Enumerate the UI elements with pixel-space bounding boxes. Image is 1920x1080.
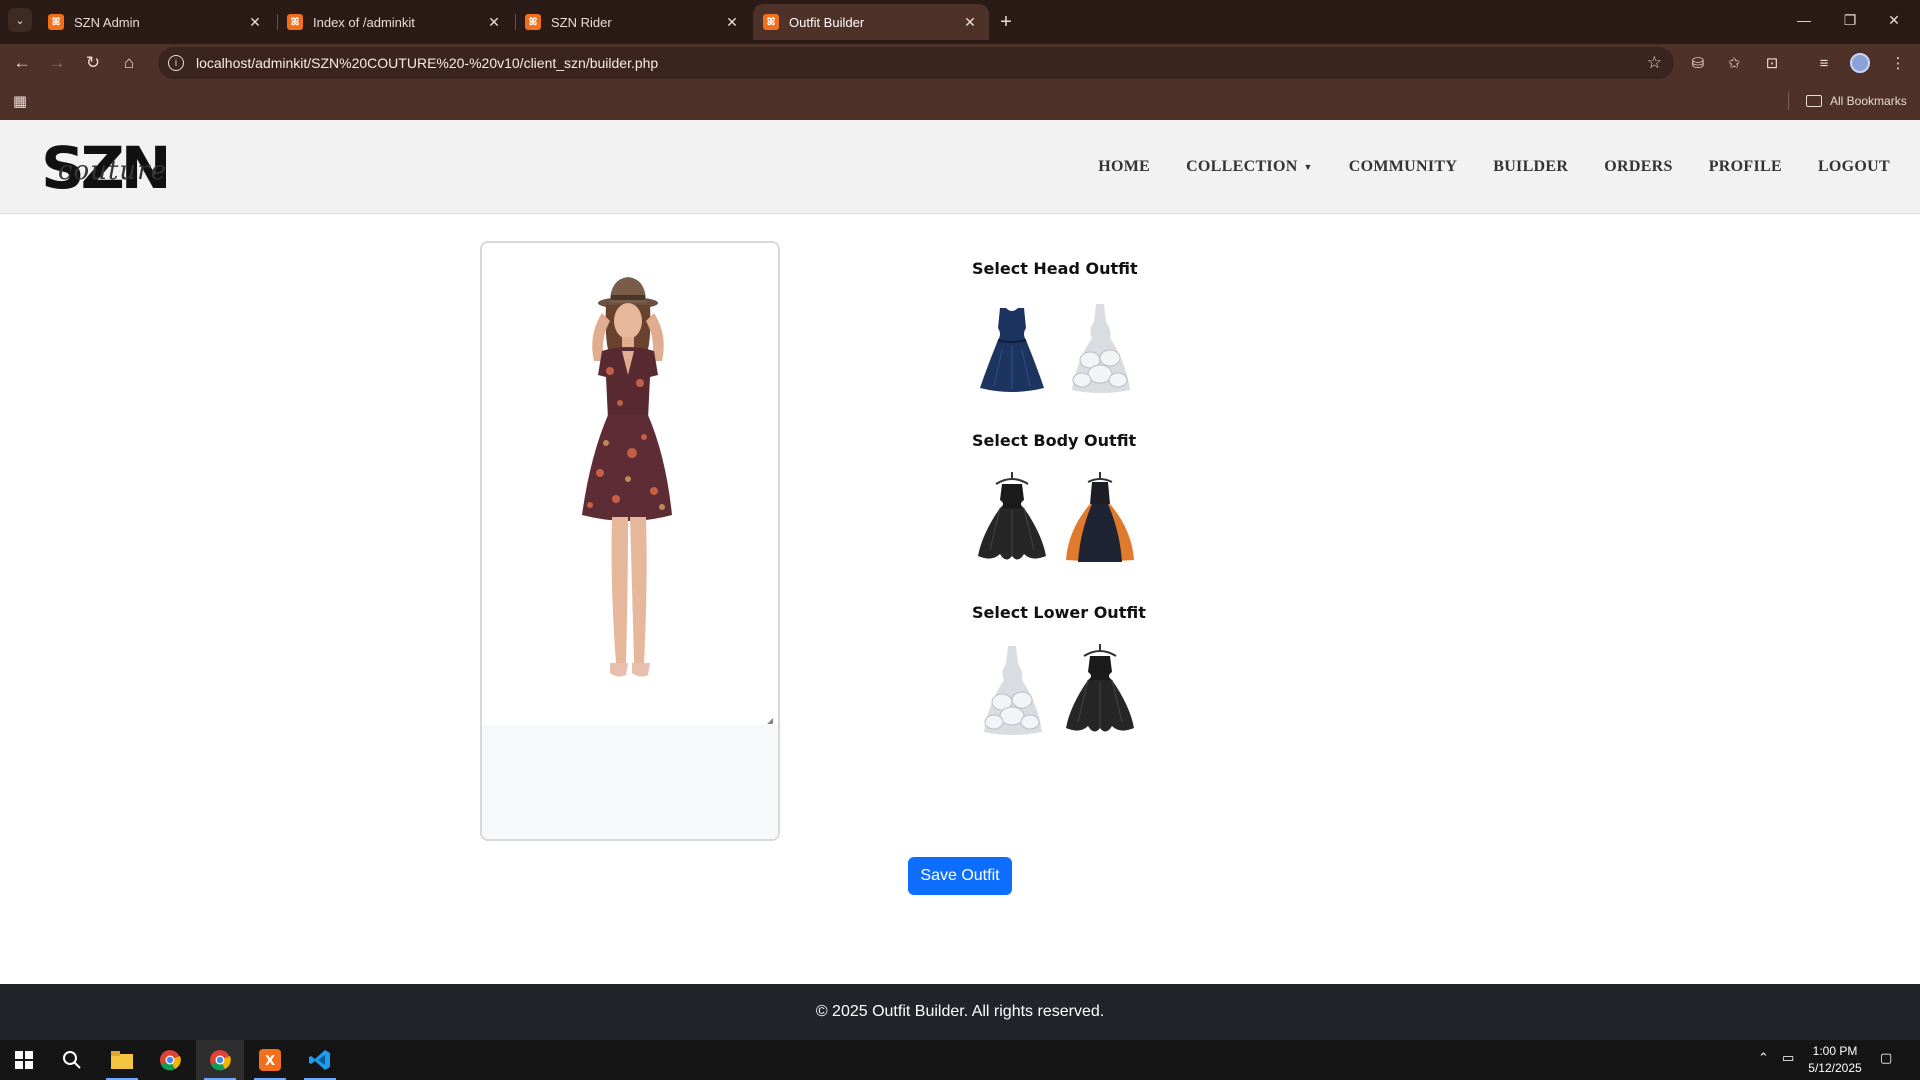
head-option-white-ruffle-gown[interactable] [1060,300,1140,396]
body-option-orange-black-gown[interactable] [1060,470,1140,566]
browser-tab-bar: ⌄ ꕤ SZN Admin ✕ ꕤ Index of /adminkit ✕ ꕤ… [0,0,1920,44]
media-control-icon[interactable]: ≡ [1810,49,1838,77]
screenshot-icon[interactable]: ⊡ [1758,49,1786,77]
tab-index-adminkit[interactable]: ꕤ Index of /adminkit ✕ [277,4,513,40]
model-preview-canvas [482,243,778,725]
black-tulle-dress-image [978,472,1046,560]
vscode-icon[interactable] [296,1040,344,1080]
orange-black-gown-image [1066,472,1134,562]
xampp-favicon-icon: ꕤ [287,14,303,30]
back-arrow-icon[interactable]: ← [8,49,36,77]
head-option-navy-dress[interactable] [972,300,1052,396]
folder-icon [1806,95,1822,107]
szn-couture-logo[interactable]: SZN couture [41,134,176,202]
tab-outfit-builder[interactable]: ꕤ Outfit Builder ✕ [753,4,989,40]
black-tulle-dress-image [1066,644,1134,732]
nav-orders[interactable]: ORDERS [1604,158,1672,176]
preview-empty-area [482,725,778,839]
profile-avatar[interactable] [1850,53,1870,73]
body-outfit-heading: Select Body Outfit [972,431,1137,450]
nav-builder[interactable]: BUILDER [1493,158,1568,176]
xampp-favicon-icon: ꕤ [525,14,541,30]
site-footer: © 2025 Outfit Builder. All rights reserv… [0,984,1920,1040]
close-tab-icon[interactable]: ✕ [723,14,741,31]
xampp-icon[interactable]: X [246,1040,294,1080]
all-bookmarks-button[interactable]: All Bookmarks [1806,91,1907,111]
chrome-active-icon[interactable] [196,1040,244,1080]
chrome-icon[interactable] [146,1040,194,1080]
show-hidden-icons-chevron-icon[interactable]: ⌃ [1758,1050,1769,1066]
close-window-icon[interactable]: ✕ [1874,6,1914,34]
navy-dress-image [980,308,1044,392]
address-bar[interactable]: i localhost/adminkit/SZN%20COUTURE%20-%2… [158,47,1674,79]
url-text[interactable]: localhost/adminkit/SZN%20COUTURE%20-%20v… [196,55,1647,71]
model-figure-image [582,277,672,677]
network-icon[interactable]: ▭ [1782,1050,1794,1066]
bookmarks-bar: ▦ All Bookmarks [0,82,1920,120]
lower-option-white-ruffle-gown[interactable] [972,642,1052,738]
search-icon[interactable] [48,1040,96,1080]
favorites-icon[interactable]: ✩ [1720,49,1748,77]
nav-profile[interactable]: PROFILE [1709,158,1782,176]
body-option-black-tulle-dress[interactable] [972,470,1052,566]
nav-logout[interactable]: LOGOUT [1818,158,1890,176]
tab-search-chevron-icon[interactable]: ⌄ [8,8,32,32]
nav-home[interactable]: HOME [1098,158,1150,176]
close-tab-icon[interactable]: ✕ [246,14,264,31]
lower-outfit-heading: Select Lower Outfit [972,603,1146,622]
nav-community[interactable]: COMMUNITY [1349,158,1457,176]
resize-handle-icon[interactable]: ◢ [767,716,773,725]
white-ruffle-gown-image [1072,304,1130,393]
incognito-extension-icon[interactable]: ⛁ [1684,49,1712,77]
outfit-preview-card: ◢ [480,241,780,841]
close-tab-icon[interactable]: ✕ [961,14,979,31]
reload-icon[interactable]: ↻ [79,49,107,77]
site-info-icon[interactable]: i [168,55,184,71]
close-tab-icon[interactable]: ✕ [485,14,503,31]
notifications-icon[interactable]: ▢ [1880,1050,1892,1066]
browser-toolbar: ← → ↻ ⌂ i localhost/adminkit/SZN%20COUTU… [0,44,1920,82]
bookmarks-divider [1788,92,1789,110]
lower-option-black-tulle-dress[interactable] [1060,642,1140,738]
windows-start-icon[interactable] [0,1040,48,1080]
tab-szn-admin[interactable]: ꕤ SZN Admin ✕ [38,4,274,40]
dropdown-caret-icon: ▼ [1303,162,1313,172]
home-icon[interactable]: ⌂ [115,49,143,77]
xampp-favicon-icon: ꕤ [48,14,64,30]
main-nav: HOME COLLECTION ▼ COMMUNITY BUILDER ORDE… [1062,120,1890,214]
head-outfit-heading: Select Head Outfit [972,259,1138,278]
nav-collection[interactable]: COLLECTION ▼ [1186,158,1313,176]
site-header: SZN couture HOME COLLECTION ▼ COMMUNITY … [0,120,1920,214]
new-tab-plus-icon[interactable]: + [992,8,1020,36]
bookmark-star-icon[interactable]: ☆ [1647,53,1662,73]
restore-icon[interactable]: ❐ [1830,6,1870,34]
copyright-text: © 2025 Outfit Builder. All rights reserv… [815,1003,1105,1020]
windows-taskbar: X ⌃ ▭ 1:00 PM 5/12/2025 ▢ [0,1040,1920,1080]
apps-grid-icon[interactable]: ▦ [10,91,30,111]
more-menu-icon[interactable]: ⋮ [1884,49,1912,77]
svg-text:X: X [265,1054,275,1069]
minimize-icon[interactable]: — [1784,6,1824,34]
file-explorer-icon[interactable] [98,1040,146,1080]
system-clock[interactable]: 1:00 PM 5/12/2025 [1800,1043,1870,1077]
white-ruffle-gown-image [984,646,1042,735]
save-outfit-button[interactable]: Save Outfit [908,857,1012,895]
xampp-favicon-icon: ꕤ [763,14,779,30]
tab-szn-rider[interactable]: ꕤ SZN Rider ✕ [515,4,751,40]
forward-arrow-icon[interactable]: → [43,49,71,77]
